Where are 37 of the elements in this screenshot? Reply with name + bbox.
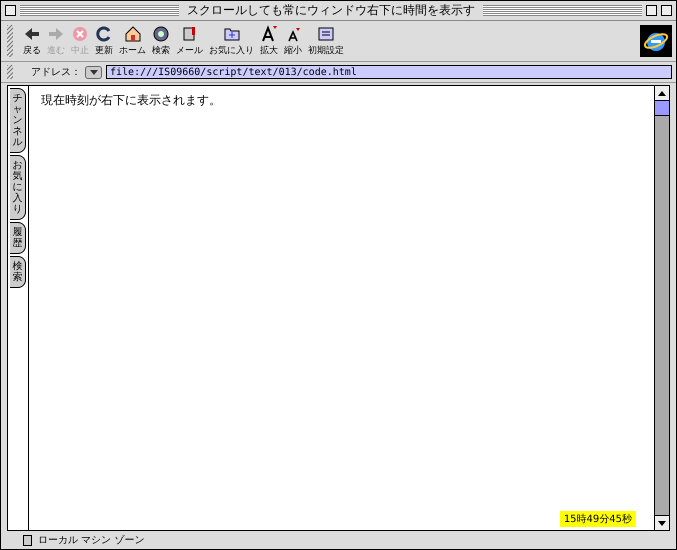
forward-icon	[47, 25, 65, 43]
side-tab[interactable]: チャンネル	[10, 88, 26, 153]
toolbar-button[interactable]: お気に入り	[207, 25, 256, 57]
preferences-icon	[317, 25, 335, 43]
side-tab[interactable]: 検索	[10, 256, 26, 288]
stop-icon	[71, 25, 89, 43]
refresh-icon	[95, 25, 113, 43]
toolbar-button[interactable]: 縮小	[282, 25, 304, 57]
window-title: スクロールしても常にウィンドウ右下に時間を表示す	[186, 2, 476, 19]
up-arrow-icon[interactable]	[658, 90, 666, 96]
caret-icon	[90, 70, 98, 74]
toolbar-button[interactable]: 戻る	[21, 25, 43, 57]
toolbar-button[interactable]: ホーム	[117, 25, 148, 57]
home-icon	[124, 25, 142, 43]
close-box[interactable]	[5, 5, 16, 16]
side-tab[interactable]: お気に入り	[10, 155, 26, 220]
zoom-box[interactable]	[646, 5, 657, 16]
search-icon	[152, 25, 170, 43]
toolbar-button[interactable]: メール	[174, 25, 205, 57]
clock-text: 15時49分45秒	[560, 511, 636, 527]
scroll-thumb[interactable]	[655, 101, 669, 116]
toolbar-button[interactable]: 更新	[93, 25, 115, 57]
back-icon	[23, 25, 41, 43]
toolbar-button[interactable]: 初期設定	[306, 25, 346, 57]
toolbar-button[interactable]: 検索	[150, 25, 172, 57]
browser-logo[interactable]	[640, 25, 672, 57]
collapse-box[interactable]	[661, 5, 672, 16]
side-tab[interactable]: 履歴	[10, 222, 26, 254]
address-dropdown[interactable]	[85, 66, 102, 78]
address-label: アドレス：	[31, 66, 81, 79]
toolbar-button[interactable]: 拡大	[258, 25, 280, 57]
larger-icon	[260, 25, 278, 43]
down-arrow-icon[interactable]	[658, 520, 666, 526]
document-icon	[23, 534, 32, 546]
body-text: 現在時刻が右下に表示されます。	[41, 92, 222, 109]
address-field[interactable]: file:///IS09660/script/text/013/code.html	[106, 65, 672, 79]
status-zone: ローカル マシン ゾーン	[38, 534, 144, 547]
